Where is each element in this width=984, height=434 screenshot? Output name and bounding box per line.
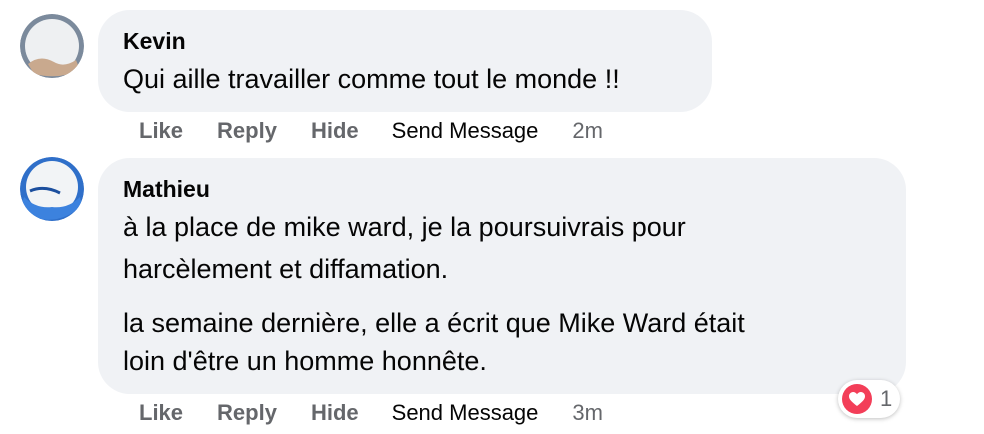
comment-actions: Like Reply Hide Send Message 2m — [139, 118, 603, 144]
comment-text: Qui aille travailler comme tout le monde… — [123, 64, 620, 94]
comment-author[interactable]: Kevin — [123, 28, 186, 55]
like-button[interactable]: Like — [139, 400, 183, 426]
like-button[interactable]: Like — [139, 118, 183, 144]
send-message-button[interactable]: Send Message — [392, 118, 539, 144]
comment-actions: Like Reply Hide Send Message 3m — [139, 400, 603, 426]
hide-button[interactable]: Hide — [311, 400, 359, 426]
heart-icon — [842, 384, 872, 414]
comment-timestamp[interactable]: 2m — [572, 118, 603, 144]
avatar[interactable] — [20, 14, 84, 78]
reply-button[interactable]: Reply — [217, 400, 277, 426]
reaction-summary[interactable]: 1 — [838, 380, 901, 418]
comment-text-line: la semaine dernière, elle a écrit que Mi… — [123, 308, 745, 338]
comment-text-line: à la place de mike ward, je la poursuivr… — [123, 212, 686, 242]
send-message-button[interactable]: Send Message — [392, 400, 539, 426]
comment-text-line: loin d'être un homme honnête. — [123, 346, 487, 376]
hide-button[interactable]: Hide — [311, 118, 359, 144]
avatar[interactable] — [20, 157, 84, 221]
reply-button[interactable]: Reply — [217, 118, 277, 144]
comment-timestamp[interactable]: 3m — [572, 400, 603, 426]
comment-author[interactable]: Mathieu — [123, 176, 210, 203]
comment-text-line: harcèlement et diffamation. — [123, 254, 449, 284]
reaction-count: 1 — [880, 386, 893, 411]
